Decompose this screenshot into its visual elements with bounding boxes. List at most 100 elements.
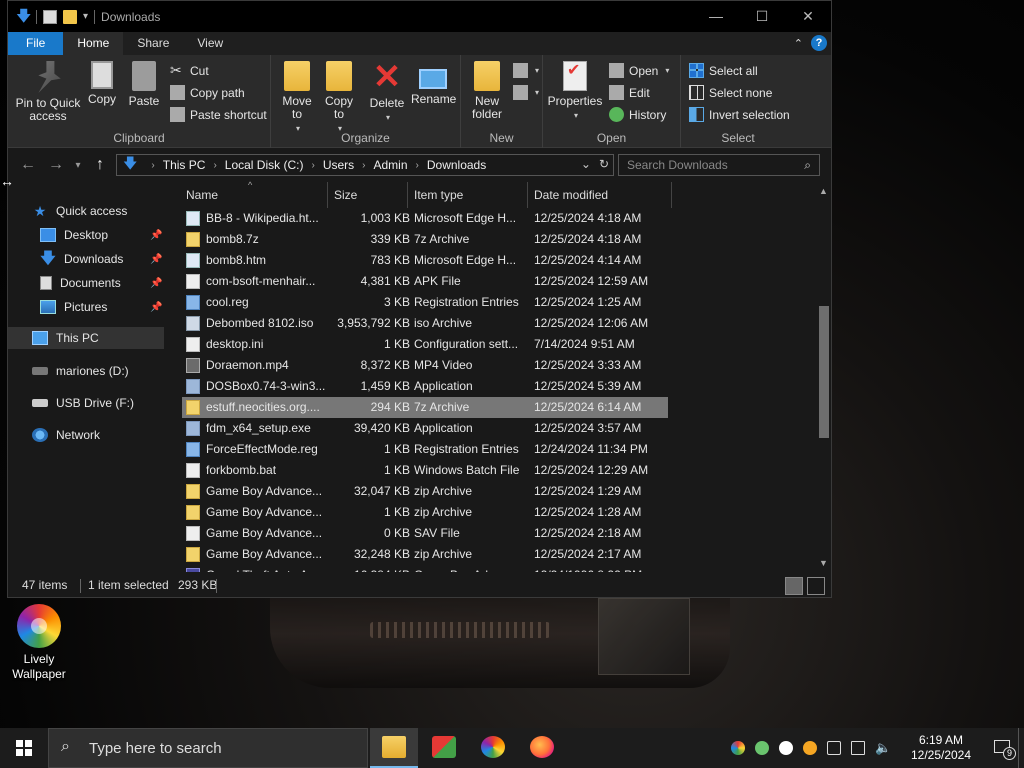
breadcrumb-local-disk[interactable]: Local Disk (C:) [225,158,304,172]
title-bar[interactable]: 🡇 ▾ Downloads — ☐ ✕ [8,1,831,32]
new-folder-icon[interactable] [63,9,77,24]
edit-button[interactable]: Edit [609,85,650,100]
usb-eject-icon[interactable] [827,741,841,755]
file-row[interactable]: desktop.ini 1 KB Configuration sett... 7/14… [182,334,668,355]
scrollbar-thumb[interactable] [819,306,829,438]
notification-center-button[interactable]: 9 [988,728,1018,768]
pin-to-quick-access-button[interactable]: Pin to Quick access [14,61,82,123]
network-icon[interactable] [851,741,865,755]
column-header-type[interactable]: Item type [408,182,528,208]
file-row[interactable]: Debombed 8102.iso 3,953,792 KB iso Archive… [182,313,668,334]
pin-icon[interactable]: 📌 [150,302,162,313]
pin-icon[interactable]: 📌 [150,254,162,265]
scroll-down-icon[interactable]: ▼ [816,558,831,568]
open-button[interactable]: Open ▾ [609,63,669,78]
file-row[interactable]: ForceEffectMode.reg 1 KB Registration Entr… [182,439,668,460]
paste-button[interactable]: Paste [126,61,162,108]
help-icon[interactable]: ? [811,35,827,51]
security-shield-icon[interactable] [779,741,793,755]
address-history-chevron-icon[interactable]: ⌄ [581,157,591,171]
file-row[interactable]: forkbomb.bat 1 KB Windows Batch File 12/25/… [182,460,668,481]
close-button[interactable]: ✕ [785,1,831,32]
details-view-icon[interactable] [785,577,803,595]
refresh-icon[interactable]: ↻ [599,157,609,171]
show-desktop-button[interactable] [1018,728,1024,768]
address-bar[interactable]: 🡇 › This PC › Local Disk (C:) › Users › … [116,154,614,176]
file-row[interactable]: DOSBox0.74-3-win3... 1,459 KB Application 1… [182,376,668,397]
collapse-ribbon-icon[interactable]: ⌃ [794,37,803,50]
nav-this-pc[interactable]: This PC [8,327,164,349]
minimize-button[interactable]: — [693,1,739,32]
update-tray-icon[interactable] [755,741,769,755]
scroll-up-icon[interactable]: ▲ [816,186,831,196]
breadcrumb-this-pc[interactable]: This PC [163,158,206,172]
file-row[interactable]: Game Boy Advance... 1 KB zip Archive 12/25/… [182,502,668,523]
delete-button[interactable]: ✕ Delete ▾ [367,60,407,124]
taskbar-app-file-explorer[interactable] [370,728,418,768]
copy-button[interactable]: Copy [86,61,118,106]
tab-home[interactable]: Home [63,32,124,55]
breadcrumb-downloads[interactable]: Downloads [427,158,486,172]
file-row[interactable]: bomb8.7z 339 KB 7z Archive 12/25/2024 4:18 … [182,229,668,250]
move-to-button[interactable]: Move to ▾ [279,61,315,135]
nav-documents[interactable]: Documents [40,272,121,294]
chevron-down-icon[interactable]: ▾ [83,11,88,22]
nav-drive-d[interactable]: mariones (D:) [32,360,129,382]
nav-desktop[interactable]: Desktop [40,224,108,246]
pin-icon[interactable]: 📌 [150,278,162,289]
properties-button[interactable]: Properties▾ [547,61,603,122]
history-button[interactable]: History [609,107,666,122]
tab-share[interactable]: Share [123,32,183,55]
taskbar-app-firefox[interactable] [518,728,566,768]
taskbar-app-lively[interactable] [469,728,517,768]
maximize-button[interactable]: ☐ [739,1,785,32]
column-header-date[interactable]: Date modified [528,182,672,208]
invert-selection-button[interactable]: Invert selection [689,107,790,122]
rename-button[interactable]: Rename [411,61,456,106]
breadcrumb-users[interactable]: Users [323,158,354,172]
copy-to-button[interactable]: Copy to ▾ [321,61,357,135]
new-folder-button[interactable]: New folder [469,61,505,121]
copy-path-button[interactable]: Copy path [170,85,245,100]
start-button[interactable] [0,728,48,768]
nav-network[interactable]: Network [32,424,100,446]
back-arrow-icon[interactable]: ← [14,156,42,174]
search-input[interactable]: Search Downloads ⌕ [618,154,820,176]
up-arrow-icon[interactable]: ↑ [86,156,114,174]
lively-tray-icon[interactable] [731,741,745,755]
file-row[interactable]: Game Boy Advance... 0 KB SAV File 12/25/202… [182,523,668,544]
file-row[interactable]: Grand Theft Auto A... 16,384 KB Game Boy A… [182,565,668,572]
properties-icon[interactable] [43,9,57,24]
breadcrumb-admin[interactable]: Admin [374,158,408,172]
column-header-name[interactable]: Name [180,182,328,208]
pin-icon[interactable]: 📌 [150,230,162,241]
taskbar-app-store[interactable] [420,728,468,768]
volume-icon[interactable]: 🔈 [875,741,891,755]
recent-locations-chevron-icon[interactable]: ▾ [70,160,86,171]
file-row[interactable]: fdm_x64_setup.exe 39,420 KB Application 12/… [182,418,668,439]
clock[interactable]: 6:19 AM 12/25/2024 [902,733,980,763]
tab-file[interactable]: File [8,32,64,55]
nav-usb-drive[interactable]: USB Drive (F:) [32,392,134,414]
cut-button[interactable]: ✂ Cut [170,63,209,78]
select-none-button[interactable]: Select none [689,85,772,100]
forward-arrow-icon[interactable]: → [42,156,70,174]
nav-quick-access[interactable]: ★ Quick access [32,200,128,222]
column-header-size[interactable]: Size [328,182,408,208]
download-arrow-icon[interactable]: 🡇 [16,9,31,24]
tab-view[interactable]: View [183,32,237,55]
file-row[interactable]: cool.reg 3 KB Registration Entries 12/25/20… [182,292,668,313]
paste-shortcut-button[interactable]: Paste shortcut [170,107,267,122]
new-item-button[interactable]: ▾ [513,63,539,78]
file-row[interactable]: Game Boy Advance... 32,248 KB zip Archive 1… [182,544,668,565]
file-row[interactable]: bomb8.htm 783 KB Microsoft Edge H... 12/25/… [182,250,668,271]
desktop-icon-lively-wallpaper[interactable]: Lively Wallpaper [8,604,70,682]
large-icons-view-icon[interactable] [807,577,825,595]
file-row[interactable]: com-bsoft-menhair... 4,381 KB APK File 12/2… [182,271,668,292]
select-all-button[interactable]: Select all [689,63,758,78]
nav-downloads[interactable]: 🡇 Downloads [40,248,123,270]
file-row[interactable]: BB-8 - Wikipedia.ht... 1,003 KB Microsoft … [182,208,668,229]
file-row[interactable]: Doraemon.mp4 8,372 KB MP4 Video 12/25/2024 … [182,355,668,376]
file-row[interactable]: Game Boy Advance... 32,047 KB zip Archive 1… [182,481,668,502]
search-tool-tray-icon[interactable] [803,741,817,755]
